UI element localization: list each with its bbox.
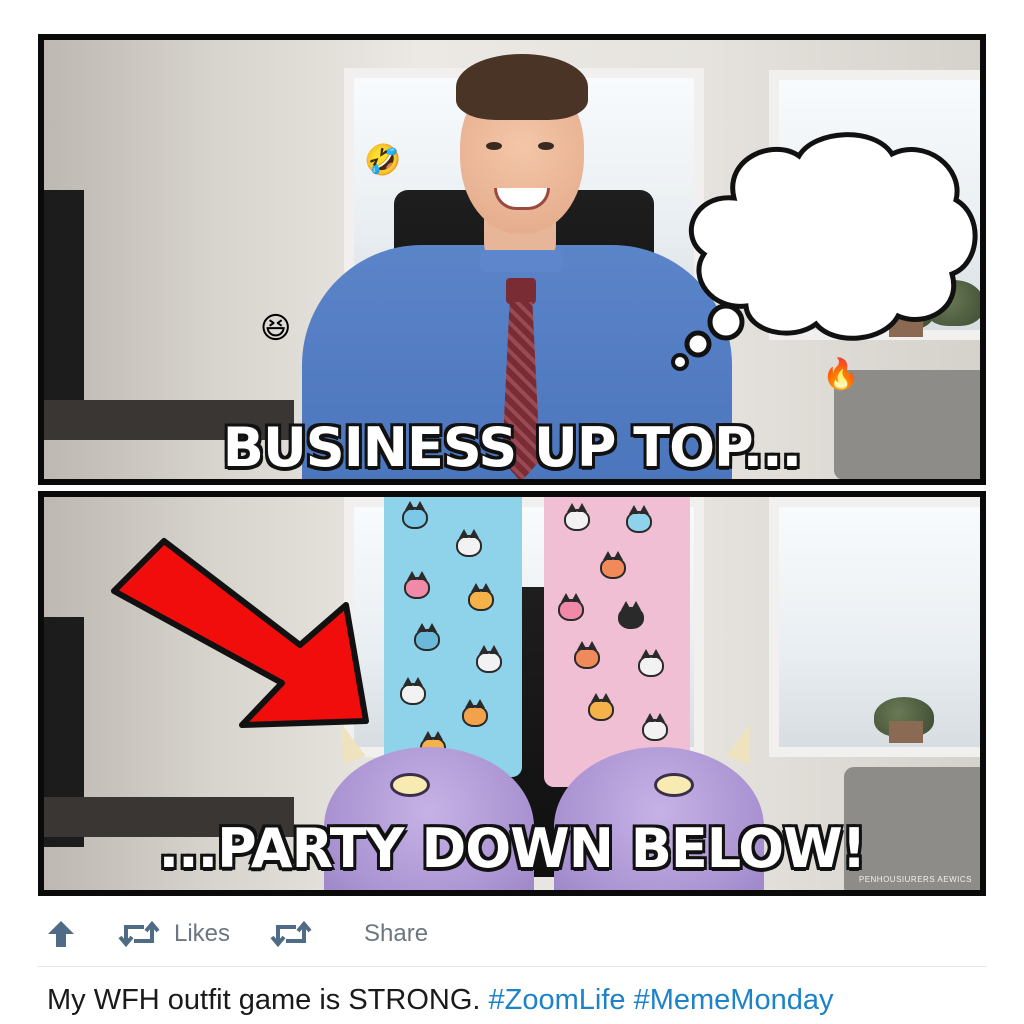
- hashtag-mememonday[interactable]: #MemeMonday: [634, 984, 834, 1016]
- likes-label: Likes: [174, 920, 231, 947]
- post-action-bar: Likes Share: [44, 912, 428, 956]
- share-retweet-icon: [270, 920, 312, 948]
- caption-bottom: ...PARTY DOWN BELOW!: [157, 816, 868, 882]
- fire-emoji-icon: 🔥: [822, 358, 860, 391]
- watermark: PENHOUSIURERS AEWICS: [858, 875, 972, 884]
- pajama-leg-blue: [384, 497, 522, 777]
- divider: [38, 966, 986, 967]
- meme-panel-bottom: ...PARTY DOWN BELOW! PENHOUSIURERS AEWIC…: [38, 491, 986, 896]
- likes-button[interactable]: Likes: [118, 919, 230, 949]
- office-scene-top: 🤣 😆 🔥: [44, 40, 980, 479]
- upvote-arrow-icon: [48, 921, 74, 947]
- laughing-emoji-icon: 🤣: [364, 144, 402, 177]
- share-label: Share: [364, 920, 429, 947]
- post-caption: My WFH outfit game is STRONG. #ZoomLife …: [47, 984, 833, 1017]
- necktie-knot: [506, 278, 536, 304]
- caption-top: BUSINESS UP TOP...: [221, 415, 803, 480]
- cat-print-icon: [402, 501, 428, 529]
- retweet-icon: [118, 920, 160, 948]
- post-text: My WFH outfit game is STRONG.: [47, 984, 481, 1016]
- pajama-leg-pink: [544, 497, 690, 787]
- share-button[interactable]: Share: [270, 919, 428, 949]
- meme-panel-top: 🤣 😆 🔥 BUSINESS UP TOP...: [38, 34, 986, 485]
- person-hair: [456, 54, 588, 120]
- upvote-button[interactable]: [44, 917, 78, 951]
- red-arrow-icon: [111, 538, 369, 728]
- grinning-squint-emoji-icon: 😆: [260, 312, 292, 345]
- thought-bubble: [671, 132, 978, 371]
- hashtag-zoomlife[interactable]: #ZoomLife: [489, 984, 626, 1016]
